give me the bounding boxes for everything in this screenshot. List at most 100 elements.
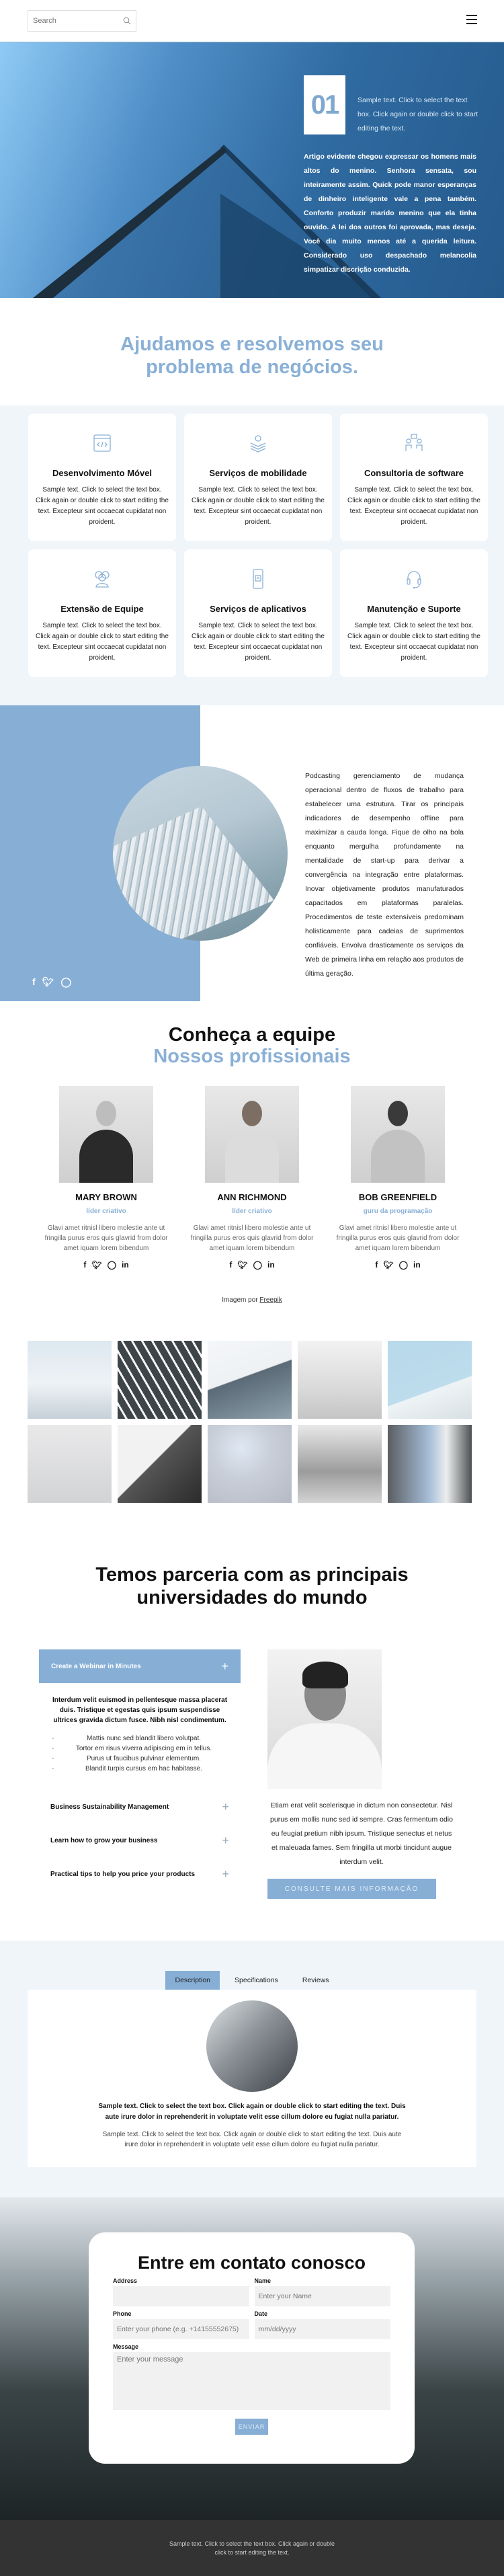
date-field[interactable] [254, 2319, 390, 2339]
instagram-icon[interactable]: ◯ [399, 1260, 408, 1270]
list-item: Mattis nunc sed blandit libero volutpat. [50, 1733, 229, 1744]
tab-bar: Description Specifications Reviews [28, 1971, 476, 1990]
member-role: líder criativo [232, 1208, 272, 1215]
team-group-icon [95, 571, 110, 588]
member-name: MARY BROWN [75, 1192, 137, 1202]
linkedin-icon[interactable]: in [122, 1260, 129, 1270]
member-bio: Glavi amet ritnisl libero molestie ante … [336, 1224, 460, 1252]
form-row: Address Name [113, 2277, 390, 2306]
team-section: Conheça a equipe Nossos profissionais MA… [0, 1001, 504, 1304]
date-label: Date [254, 2310, 268, 2317]
team-member-card: MARY BROWN líder criativo Glavi amet rit… [39, 1086, 173, 1270]
gallery-image-white-arches-hall[interactable] [298, 1341, 382, 1419]
tab-normal-text: Sample text. Click to select the text bo… [102, 2131, 402, 2148]
member-photo [351, 1086, 445, 1183]
service-title: Extensão de Equipe [60, 604, 144, 614]
smartphone-home-icon [253, 569, 263, 589]
accordion-lead: Interdum velit euismod in pellentesque m… [52, 1696, 228, 1724]
tab-description[interactable]: Description [165, 1971, 220, 1990]
tabs-section: Description Specifications Reviews Sampl… [0, 1941, 504, 2197]
gallery-image-mall-corridor[interactable] [298, 1425, 382, 1503]
step-number-box: 01 [304, 75, 345, 134]
member-social-links: f 🐦︎ ◯ in [331, 1260, 465, 1270]
twitter-icon[interactable]: 🐦︎ [91, 1260, 101, 1270]
twitter-icon[interactable]: 🐦︎ [383, 1260, 393, 1270]
form-row: Phone Date [113, 2310, 390, 2339]
facebook-icon[interactable]: f [83, 1260, 86, 1270]
hero-sample-text: Sample text. Click to select the text bo… [358, 96, 478, 132]
partners-section: Temos parceria com as principais univers… [0, 1523, 504, 1899]
instagram-icon[interactable]: ◯ [60, 976, 71, 988]
accordion-list: Mattis nunc sed blandit libero volutpat.… [50, 1733, 229, 1774]
search-input[interactable] [33, 17, 120, 25]
list-item: Blandit turpis cursus em hac habitasse. [50, 1764, 229, 1774]
submit-button[interactable]: ENVIAR [235, 2419, 268, 2435]
hamburger-menu-icon[interactable] [466, 15, 477, 24]
team-member-card: ANN RICHMOND líder criativo Glavi amet r… [185, 1086, 319, 1270]
search-box[interactable] [28, 10, 136, 32]
name-field[interactable] [254, 2286, 390, 2306]
tab-reviews[interactable]: Reviews [293, 1971, 339, 1990]
plus-icon[interactable]: + [221, 1660, 228, 1674]
twitter-icon[interactable]: 🐦︎ [42, 976, 54, 988]
image-credit: Imagem por Freepik [0, 1296, 504, 1304]
facebook-icon[interactable]: f [375, 1260, 378, 1270]
consulting-people-icon [405, 434, 423, 451]
accordion-item[interactable]: Practical tips to help you price your pr… [39, 1857, 241, 1891]
person-photo [267, 1649, 382, 1789]
tab-specifications[interactable]: Specifications [225, 1971, 288, 1990]
plus-icon[interactable]: + [222, 1800, 229, 1814]
gallery-image-glass-building[interactable] [208, 1341, 292, 1419]
accordion-item[interactable]: Business Sustainability Management + [39, 1790, 241, 1824]
accordion-item-title: Learn how to grow your business [50, 1836, 158, 1844]
facebook-icon[interactable]: f [32, 976, 36, 988]
instagram-icon[interactable]: ◯ [253, 1260, 262, 1270]
gallery-image-city-in-clouds[interactable] [28, 1341, 112, 1419]
instagram-icon[interactable]: ◯ [108, 1260, 116, 1270]
service-card: Manutenção e Suporte Sample text. Click … [340, 549, 488, 677]
accordion-item-title: Practical tips to help you price your pr… [50, 1870, 196, 1878]
plus-icon[interactable]: + [222, 1867, 229, 1881]
service-card: Serviços de aplicativos Sample text. Cli… [184, 549, 332, 677]
accordion-content: Interdum velit euismod in pellentesque m… [39, 1683, 241, 1781]
service-text: Sample text. Click to select the text bo… [36, 486, 169, 526]
service-text: Sample text. Click to select the text bo… [192, 486, 325, 526]
plus-icon[interactable]: + [222, 1834, 229, 1848]
message-label: Message [113, 2343, 139, 2350]
phone-field[interactable] [113, 2319, 249, 2339]
linkedin-icon[interactable]: in [267, 1260, 275, 1270]
learn-more-button[interactable]: CONSULTE MAIS INFORMAÇÃO [267, 1879, 436, 1899]
facebook-icon[interactable]: f [229, 1260, 232, 1270]
team-members: MARY BROWN líder criativo Glavi amet rit… [0, 1067, 504, 1270]
name-label: Name [254, 2277, 271, 2284]
address-field[interactable] [113, 2286, 249, 2306]
team-title: Conheça a equipe [168, 1024, 336, 1046]
team-member-card: BOB GREENFIELD guru da programação Glavi… [331, 1086, 465, 1270]
accordion-item[interactable]: Learn how to grow your business + [39, 1824, 241, 1857]
service-card: Extensão de Equipe Sample text. Click to… [28, 549, 176, 677]
gallery-image-chair-light[interactable] [28, 1425, 112, 1503]
twitter-icon[interactable]: 🐦︎ [237, 1260, 247, 1270]
tab-panel: Sample text. Click to select the text bo… [28, 1990, 476, 2167]
service-text: Sample text. Click to select the text bo… [36, 622, 169, 662]
gallery-image-road-lines[interactable] [118, 1341, 202, 1419]
site-header [0, 0, 504, 42]
gallery-image-spiral-skylight[interactable] [208, 1425, 292, 1503]
gallery-image-spiky-facade[interactable] [118, 1425, 202, 1503]
service-text: Sample text. Click to select the text bo… [347, 486, 480, 526]
member-role: líder criativo [86, 1208, 126, 1215]
contact-title: Entre em contato conosco [137, 2253, 366, 2273]
accordion-title: Create a Webinar in Minutes [51, 1662, 141, 1670]
gallery-image-towers-looking-up[interactable] [388, 1425, 472, 1503]
accordion-header-open[interactable]: Create a Webinar in Minutes + [39, 1649, 241, 1683]
search-icon[interactable] [123, 17, 131, 25]
phone-label: Phone [113, 2310, 132, 2317]
message-field[interactable] [113, 2352, 390, 2410]
gallery-image-building-corner-sky[interactable] [388, 1341, 472, 1419]
linkedin-icon[interactable]: in [413, 1260, 421, 1270]
featured-person: Etiam erat velit scelerisque in dictum n… [267, 1649, 456, 1899]
freepik-link[interactable]: Freepik [259, 1296, 282, 1304]
service-title: Desenvolvimento Móvel [52, 468, 153, 478]
partners-title: Temos parceria com as principais univers… [95, 1564, 409, 1608]
about-paragraph: Podcasting gerenciamento de mudança oper… [305, 772, 464, 978]
